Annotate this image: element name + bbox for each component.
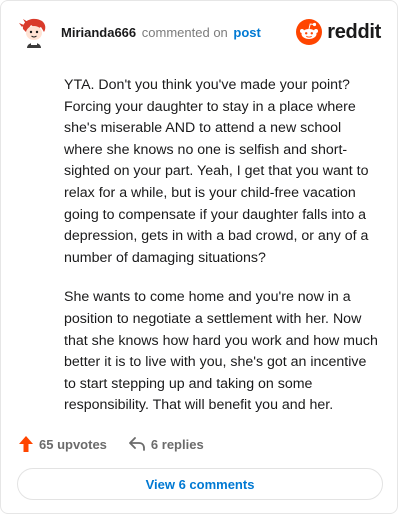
upvote-button[interactable]: 65 upvotes [19,436,107,452]
upvote-count: 65 upvotes [39,436,107,452]
reply-count: 6 replies [150,436,204,452]
reply-arrow-icon [129,437,145,451]
replies-button[interactable]: 6 replies [129,437,204,452]
comment-paragraph: YTA. Don't you think you've made your po… [64,77,369,266]
commented-on-text: commented on [141,25,228,40]
post-link[interactable]: post [233,25,260,40]
reddit-logo-icon [296,19,323,45]
comment-actions: 65 upvotes 6 replies [19,433,204,455]
comment-meta: Mirianda666 commented on post [61,25,261,40]
upvote-arrow-icon [19,436,33,452]
reddit-brand[interactable]: reddit [296,19,381,45]
reddit-wordmark: reddit [327,20,381,43]
comment-body: YTA. Don't you think you've made your po… [64,75,381,435]
view-comments-button[interactable]: View 6 comments [17,468,383,500]
comment-card: Mirianda666 commented on post reddit YTA… [0,0,398,514]
comment-paragraph: She wants to come home and you're now in… [64,289,378,414]
user-avatar-icon[interactable] [17,15,51,49]
username[interactable]: Mirianda666 [61,25,136,40]
comment-header: Mirianda666 commented on post reddit [17,15,381,51]
